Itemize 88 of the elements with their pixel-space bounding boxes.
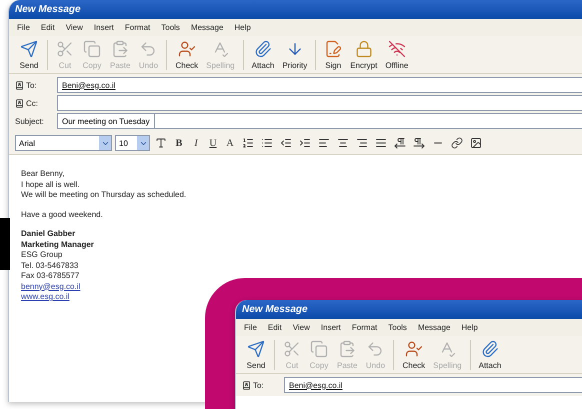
to-field[interactable]: Beni@esg.co.il [57, 77, 582, 93]
cc-field[interactable] [57, 95, 582, 111]
menu-item[interactable]: View [66, 23, 83, 32]
cut-icon [283, 340, 301, 358]
menu-item[interactable]: Edit [40, 23, 55, 32]
send-icon [247, 340, 265, 358]
undo-icon [366, 340, 384, 358]
paste-icon [338, 340, 356, 358]
menu-item[interactable]: View [292, 323, 310, 332]
toolbar-button[interactable]: Check [393, 340, 430, 370]
toolbar-button[interactable]: Attach [242, 40, 278, 70]
format-button[interactable] [468, 135, 484, 151]
check-icon [178, 40, 196, 58]
align-right-icon [356, 137, 368, 149]
menu-item[interactable]: Format [352, 323, 378, 332]
body-text: I hope all is well. [21, 180, 80, 190]
format-button[interactable]: B [172, 135, 186, 151]
offline-icon [388, 40, 406, 58]
format-button[interactable] [392, 135, 408, 151]
attach-icon [254, 40, 272, 58]
ordered-icon [242, 137, 254, 149]
address-book-icon [242, 380, 251, 390]
send-icon [20, 40, 38, 58]
menu-item[interactable]: Message [418, 323, 450, 332]
toolbar-button[interactable]: Offline [381, 40, 412, 70]
toolbar-button[interactable]: Check [166, 40, 202, 70]
body-text: Bear Benny, [21, 169, 64, 180]
toolbar-button[interactable]: Attach [470, 340, 506, 370]
subject-field[interactable]: Our meeting on Tuesday [57, 113, 582, 129]
align-left-icon [318, 137, 330, 149]
window-title: New Message [236, 300, 582, 319]
attach-icon [480, 340, 499, 358]
menu-item[interactable]: Help [461, 323, 478, 332]
menu-item[interactable]: Tools [161, 23, 180, 32]
menu-item[interactable]: File [17, 23, 30, 32]
menu-item[interactable]: Edit [268, 323, 282, 332]
align-center-icon [337, 137, 349, 149]
format-button[interactable]: A [223, 135, 237, 151]
sign-icon [324, 40, 342, 58]
paste-icon [111, 40, 130, 58]
check-icon [404, 340, 423, 358]
menu-item[interactable]: Insert [94, 23, 114, 32]
image-icon [470, 137, 482, 149]
toolbar-button[interactable]: Send [15, 40, 43, 70]
menu-item[interactable]: File [244, 323, 257, 332]
body-text: Marketing Manager [21, 240, 94, 250]
email-link[interactable]: benny@esg.co.il [21, 282, 80, 292]
window-title: New Message [9, 0, 582, 19]
toolbar-button[interactable]: Priority [278, 40, 312, 70]
undo-icon [139, 40, 158, 58]
format-button[interactable] [411, 135, 427, 151]
format-button[interactable] [449, 135, 465, 151]
cut-icon [56, 40, 74, 58]
address-book-icon [15, 80, 24, 90]
subject-label: Subject: [15, 116, 45, 126]
to-label[interactable]: To: [242, 380, 280, 390]
body-text: ESG Group [21, 250, 62, 260]
toolbar-button[interactable]: Sign [315, 40, 346, 70]
menu-item[interactable]: Format [124, 23, 150, 32]
menu-item[interactable]: Help [234, 23, 251, 32]
justify-icon [375, 137, 387, 149]
rtl-icon [413, 137, 425, 149]
body-text: Daniel Gabber [21, 229, 76, 240]
to-field[interactable]: Beni@esg.co.il [284, 377, 582, 393]
format-button[interactable]: I [189, 135, 203, 151]
font-dropdown[interactable]: Arial [15, 135, 112, 151]
menu-item[interactable]: Message [190, 23, 224, 32]
to-label[interactable]: To: [15, 80, 53, 90]
email-link[interactable]: www.esg.co.il [21, 292, 70, 302]
format-button[interactable]: U [206, 135, 220, 151]
copy-icon [310, 340, 328, 358]
menu-item[interactable]: Tools [388, 323, 407, 332]
menu-item[interactable]: Insert [320, 323, 341, 332]
address-book-icon [15, 98, 24, 108]
indent-icon [299, 137, 311, 149]
copy-icon [83, 40, 101, 58]
encrypt-icon [354, 40, 373, 58]
body-text: We will be meeting on Thursday as scheduled. [21, 190, 186, 200]
toolbar-button[interactable]: Encrypt [346, 40, 382, 70]
body-text: Have a good weekend. [21, 210, 103, 220]
cc-label[interactable]: Cc: [15, 98, 53, 108]
ltr-icon [394, 137, 406, 149]
body-text: Tel. 03-5467833 [21, 260, 78, 271]
toolbar-button[interactable]: Send [242, 340, 270, 370]
link-icon [451, 137, 463, 149]
size-dropdown[interactable]: 10 [115, 135, 150, 151]
outdent-icon [280, 137, 292, 149]
body-text: Fax 03-6785577 [21, 271, 80, 282]
